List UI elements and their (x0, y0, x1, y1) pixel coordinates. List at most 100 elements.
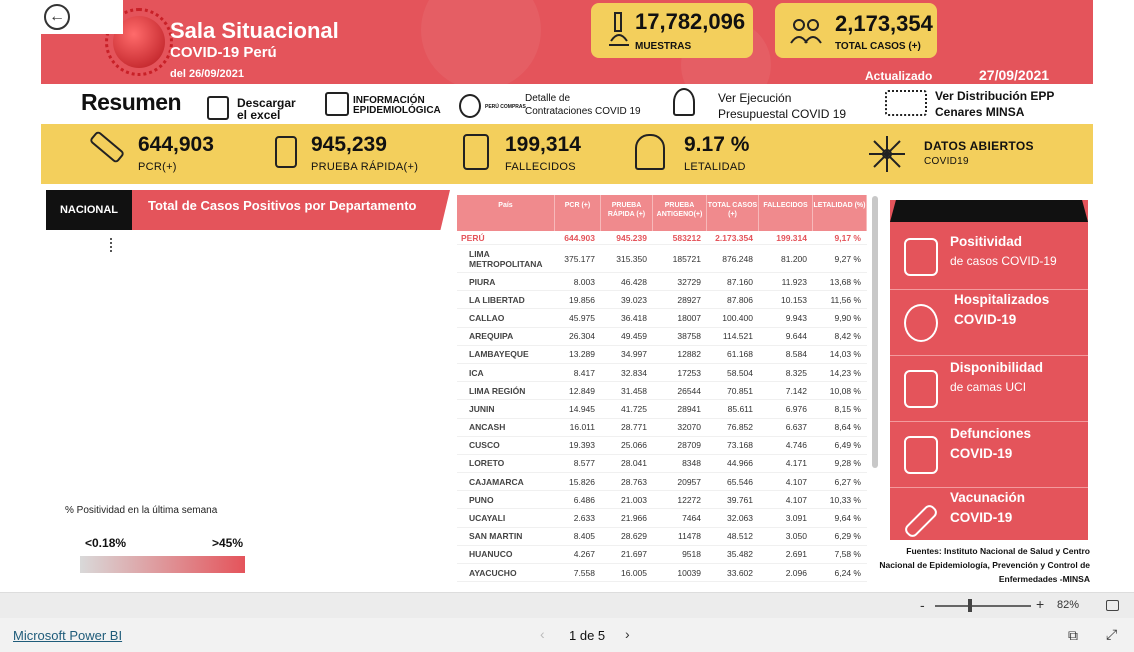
table-row[interactable]: JUNIN 14.945 41.725 28941 85.611 6.976 8,15 % (457, 400, 867, 419)
col-header[interactable]: PRUEBA ANTIGENO(+) (653, 195, 707, 231)
nav-positividad[interactable]: Positividad de casos COVID-19 (890, 224, 1088, 290)
zoom-out-button[interactable]: - (920, 597, 925, 613)
row-cell: 70.851 (727, 385, 753, 396)
row-cell: 28.629 (621, 531, 647, 542)
zoom-slider-thumb[interactable] (968, 599, 972, 612)
next-page-button[interactable]: › (625, 626, 630, 642)
test-swab-icon (88, 130, 126, 164)
table-row[interactable]: SAN MARTIN 8.405 28.629 11478 48.512 3.050 6,2… (457, 528, 867, 546)
table-row[interactable]: PERÚ 644.903 945.239 583212 2.173.354 199.314… (457, 231, 867, 245)
updated-date: 27/09/2021 (979, 67, 1050, 83)
kpi-letalidad-label: LETALIDAD (684, 161, 746, 173)
table-row[interactable]: LIMA METROPOLITANA 375.177 315.350 185721 87… (457, 245, 867, 273)
row-cell: 7.558 (573, 567, 595, 578)
power-bi-link[interactable]: Microsoft Power BI (13, 628, 122, 643)
page-subtitle: COVID-19 Perú (170, 44, 277, 61)
row-cell: 36.418 (621, 312, 647, 323)
row-cell: 20957 (677, 476, 701, 487)
row-cell: 10039 (677, 567, 701, 578)
nav-vacunacion-title: Vacunación (950, 490, 1026, 505)
row-cell: 3.091 (785, 513, 807, 524)
row-cell: 8348 (682, 458, 701, 469)
row-region-name: AREQUIPA (469, 331, 514, 342)
zoom-in-button[interactable]: + (1036, 596, 1044, 612)
row-cell: 8.584 (785, 349, 807, 360)
row-region-name: AYACUCHO (469, 567, 517, 578)
row-cell: 12.849 (569, 385, 595, 396)
epp-line2: Cenares MINSA (935, 105, 1025, 119)
cases-table: País PCR (+) PRUEBA RÁPIDA (+) PRUEBA AN… (457, 195, 867, 583)
medical-staff-icon (885, 90, 927, 116)
table-row[interactable]: CAJAMARCA 15.826 28.763 20957 65.546 4.107 6,2… (457, 473, 867, 492)
footer-bar: Microsoft Power BI ‹ 1 de 5 › ⧉ ⤢ (0, 618, 1134, 652)
row-cell: 10,08 % (829, 385, 861, 396)
row-cell: 6,49 % (834, 440, 861, 451)
doctor-icon (904, 436, 938, 474)
row-region-name: JUNIN (469, 403, 495, 414)
col-header[interactable]: LETALIDAD (%) (813, 195, 867, 231)
col-header[interactable]: País (457, 195, 555, 231)
legend-high: >45% (212, 536, 244, 550)
row-cell: 6.486 (573, 494, 595, 505)
zoom-slider-track[interactable] (935, 605, 1031, 607)
col-header[interactable]: PCR (+) (555, 195, 601, 231)
table-row[interactable]: LA LIBERTAD 19.856 39.023 28927 87.806 10.153… (457, 291, 867, 310)
row-cell: 10.153 (781, 294, 807, 305)
nav-hospitalizados[interactable]: Hospitalizados COVID-19 (890, 290, 1088, 356)
people-icon (790, 19, 822, 44)
row-cell: 10,33 % (829, 494, 861, 505)
table-row[interactable]: LIMA REGIÓN 12.849 31.458 26544 70.851 7.142 1… (457, 382, 867, 401)
tab-nacional[interactable]: NACIONAL (46, 190, 132, 230)
row-region-name: SAN MARTIN (469, 531, 523, 542)
col-header[interactable]: TOTAL CASOS (+) (707, 195, 759, 231)
table-row[interactable]: HUANUCO 4.267 21.697 9518 35.482 2.691 7,58 % (457, 546, 867, 564)
table-row[interactable]: UCAYALI 2.633 21.966 7464 32.063 3.091 9,64 % (457, 509, 867, 528)
table-row[interactable]: CUSCO 19.393 25.066 28709 73.168 4.746 6,49 % (457, 437, 867, 455)
row-cell: 7,58 % (834, 549, 861, 560)
table-row[interactable]: CALLAO 45.975 36.418 18007 100.400 9.943 9,90 … (457, 309, 867, 328)
kpi-strip: 644,903 PCR(+) 945,239 PRUEBA RÁPIDA(+) … (41, 124, 1093, 184)
share-icon[interactable]: ⧉ (1068, 627, 1078, 644)
table-row[interactable]: LORETO 8.577 28.041 8348 44.966 4.171 9,28 % (457, 455, 867, 474)
row-cell: 9,27 % (834, 253, 861, 264)
back-arrow-icon[interactable]: ← (44, 4, 70, 30)
report-canvas: Sala Situacional COVID-19 Perú del 26/09… (0, 0, 1134, 592)
row-cell: 76.852 (727, 422, 753, 433)
prev-page-button[interactable]: ‹ (540, 626, 545, 642)
row-cell: 100.400 (722, 312, 753, 323)
col-header[interactable]: FALLECIDOS (759, 195, 813, 231)
table-scrollbar[interactable] (872, 196, 878, 468)
row-cell: 315.350 (616, 253, 647, 264)
row-cell: 21.003 (621, 494, 647, 505)
row-cell: 6,29 % (834, 531, 861, 542)
row-region-name: HUANUCO (469, 549, 513, 560)
fit-to-page-icon[interactable] (1106, 600, 1119, 611)
table-row[interactable]: PUNO 6.486 21.003 12272 39.761 4.107 10,33 % (457, 491, 867, 510)
nav-disponibilidad[interactable]: Disponibilidad de camas UCI (890, 356, 1088, 422)
table-row[interactable]: PIURA 8.003 46.428 32729 87.160 11.923 13,68 % (457, 273, 867, 292)
row-cell: 28941 (677, 403, 701, 414)
page-title: Sala Situacional (170, 18, 339, 43)
kpi-fallecidos-label: FALLECIDOS (505, 161, 576, 173)
fullscreen-icon[interactable]: ⤢ (1106, 626, 1117, 643)
row-cell: 6,27 % (834, 476, 861, 487)
date-range: del 26/09/2021 (170, 68, 245, 80)
row-region-name: PERÚ (461, 232, 485, 243)
row-cell: 2.173.354 (715, 232, 753, 243)
table-row[interactable]: AYACUCHO 7.558 16.005 10039 33.602 2.096 6,24 … (457, 564, 867, 583)
nav-defunciones[interactable]: Defunciones COVID-19 (890, 422, 1088, 488)
row-region-name: LAMBAYEQUE (469, 349, 529, 360)
table-row[interactable]: ICA 8.417 32.834 17253 58.504 8.325 14,23 % (457, 364, 867, 383)
col-header[interactable]: PRUEBA RÁPIDA (+) (601, 195, 653, 231)
table-row[interactable]: AREQUIPA 26.304 49.459 38758 114.521 9.644 8,4… (457, 328, 867, 346)
sources-line2: Nacional de Epidemiología, Prevención y … (879, 560, 1090, 570)
row-cell: 32.063 (727, 513, 753, 524)
row-cell: 12272 (677, 494, 701, 505)
row-cell: 16.011 (569, 422, 595, 433)
table-row[interactable]: ANCASH 16.011 28.771 32070 76.852 6.637 8,64 % (457, 419, 867, 437)
resumen-heading: Resumen (81, 89, 182, 115)
epp-line1: Ver Distribución EPP (935, 89, 1055, 103)
row-cell: 8.003 (573, 276, 595, 287)
nav-positividad-title: Positividad (950, 234, 1023, 249)
table-row[interactable]: LAMBAYEQUE 13.289 34.997 12882 61.168 8.584 14… (457, 346, 867, 364)
